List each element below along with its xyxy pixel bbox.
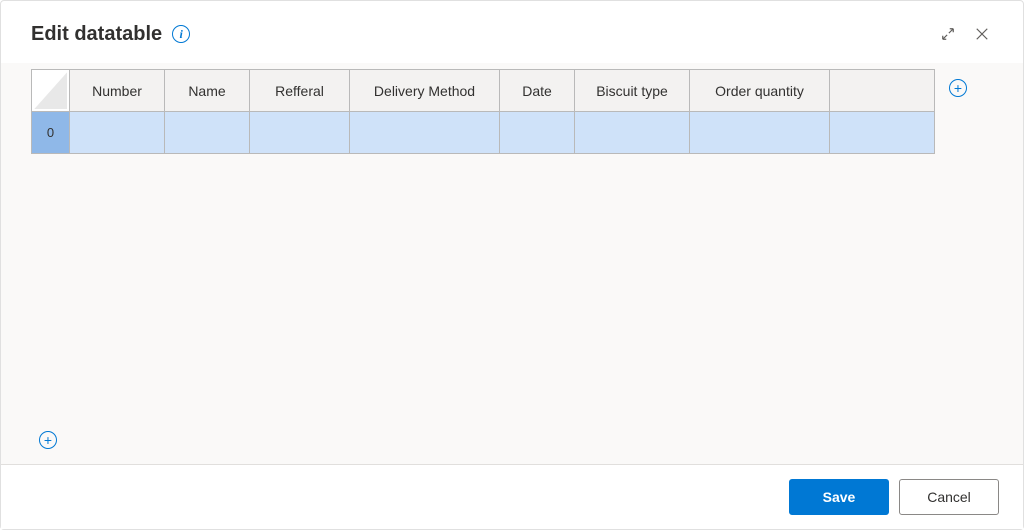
cell-number[interactable] (70, 112, 165, 154)
dialog-header: Edit datatable i (1, 1, 1023, 63)
table-row[interactable]: 0 (32, 112, 935, 154)
datatable[interactable]: Number Name Refferal Delivery Method Dat… (31, 69, 935, 154)
column-header-name[interactable]: Name (165, 70, 250, 112)
save-button[interactable]: Save (789, 479, 889, 515)
cell-biscuit-type[interactable] (575, 112, 690, 154)
close-icon[interactable] (965, 17, 999, 51)
expand-icon[interactable] (931, 17, 965, 51)
cell-empty[interactable] (830, 112, 935, 154)
add-column-button[interactable]: + (949, 79, 967, 98)
row-index[interactable]: 0 (32, 112, 70, 154)
column-header-date[interactable]: Date (500, 70, 575, 112)
info-icon[interactable]: i (172, 25, 190, 43)
dialog-title: Edit datatable (31, 23, 162, 46)
dialog-footer: Save Cancel (1, 464, 1023, 529)
plus-circle-icon: + (39, 431, 57, 449)
cell-order-quantity[interactable] (690, 112, 830, 154)
cell-refferal[interactable] (250, 112, 350, 154)
column-header-empty[interactable] (830, 70, 935, 112)
column-header-delivery-method[interactable]: Delivery Method (350, 70, 500, 112)
column-header-order-quantity[interactable]: Order quantity (690, 70, 830, 112)
column-header-biscuit-type[interactable]: Biscuit type (575, 70, 690, 112)
dialog-body: Number Name Refferal Delivery Method Dat… (1, 63, 1023, 464)
cell-delivery-method[interactable] (350, 112, 500, 154)
column-header-refferal[interactable]: Refferal (250, 70, 350, 112)
plus-circle-icon: + (949, 79, 967, 97)
cell-name[interactable] (165, 112, 250, 154)
column-header-number[interactable]: Number (70, 70, 165, 112)
add-row-button[interactable]: + (39, 431, 57, 450)
edit-datatable-dialog: Edit datatable i Number Name (0, 0, 1024, 530)
cell-date[interactable] (500, 112, 575, 154)
select-all-corner[interactable] (32, 70, 70, 112)
cancel-button[interactable]: Cancel (899, 479, 999, 515)
